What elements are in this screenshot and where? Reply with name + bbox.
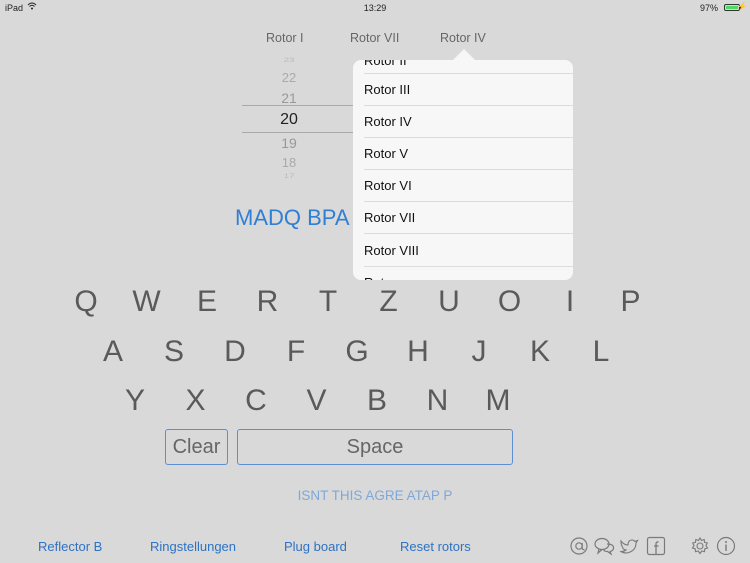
key-m[interactable]: M	[483, 384, 513, 418]
popover-item-rotor-iv[interactable]: Rotor IV	[364, 106, 573, 138]
plaintext-output: ISNT THIS AGRE ATAP P	[297, 488, 453, 503]
picker-value[interactable]: 17	[240, 173, 338, 180]
key-d[interactable]: D	[220, 335, 250, 369]
battery-fill	[726, 6, 738, 9]
key-w[interactable]: W	[132, 285, 162, 319]
battery-percent: 97%	[699, 3, 718, 13]
picker-value[interactable]: 18	[240, 155, 338, 170]
picker-selected-value[interactable]: 20	[240, 111, 338, 129]
ringstellungen-button[interactable]: Ringstellungen	[150, 539, 236, 554]
reflector-button[interactable]: Reflector B	[38, 539, 102, 554]
twitter-icon[interactable]	[619, 536, 639, 556]
key-u[interactable]: U	[434, 285, 464, 319]
facebook-icon[interactable]	[646, 536, 666, 556]
key-v[interactable]: V	[302, 384, 332, 418]
clock: 13:29	[363, 3, 387, 13]
key-r[interactable]: R	[253, 285, 283, 319]
picker-value[interactable]: 19	[240, 135, 338, 151]
key-a[interactable]: A	[98, 335, 128, 369]
key-z[interactable]: Z	[374, 285, 404, 319]
cipher-output: MADQ BPA	[235, 205, 350, 230]
bolt-icon: ⚡	[737, 2, 747, 11]
key-c[interactable]: C	[241, 384, 271, 418]
key-b[interactable]: B	[362, 384, 392, 418]
info-icon[interactable]	[716, 536, 736, 556]
popover-arrow	[453, 49, 475, 60]
rotor-3-label[interactable]: Rotor IV	[440, 31, 486, 45]
picker-value[interactable]: 23	[240, 57, 338, 64]
key-h[interactable]: H	[403, 335, 433, 369]
key-y[interactable]: Y	[120, 384, 150, 418]
plug-board-button[interactable]: Plug board	[284, 539, 347, 554]
rotor-1-label[interactable]: Rotor I	[266, 31, 304, 45]
key-k[interactable]: K	[525, 335, 555, 369]
popover-item-rotor-iii[interactable]: Rotor III	[364, 74, 573, 106]
picker-value[interactable]: 21	[240, 90, 338, 106]
popover-item-rotor-viii[interactable]: Rotor VIII	[364, 235, 573, 267]
gear-icon[interactable]	[690, 536, 710, 556]
popover-item-rotor-next[interactable]: Rotor	[364, 267, 573, 280]
chat-bubbles-icon[interactable]	[594, 536, 615, 556]
rotor-2-label[interactable]: Rotor VII	[350, 31, 399, 45]
picker-selection-line-top	[242, 105, 360, 106]
key-l[interactable]: L	[586, 335, 616, 369]
key-t[interactable]: T	[313, 285, 343, 319]
picker-value[interactable]: 22	[240, 70, 338, 85]
reset-rotors-button[interactable]: Reset rotors	[400, 539, 471, 554]
separator	[364, 233, 573, 234]
picker-selection-line-bottom	[242, 132, 360, 133]
key-n[interactable]: N	[423, 384, 453, 418]
ring-position-picker[interactable]: 23 22 21 20 19 18 17	[240, 55, 360, 185]
key-x[interactable]: X	[181, 384, 211, 418]
key-f[interactable]: F	[281, 335, 311, 369]
key-q[interactable]: Q	[71, 285, 101, 319]
key-o[interactable]: O	[495, 285, 525, 319]
clear-button[interactable]: Clear	[165, 429, 228, 465]
popover-item-rotor-vi[interactable]: Rotor VI	[364, 170, 573, 202]
status-bar: iPad 13:29 97% ⚡	[0, 0, 750, 16]
popover-item-rotor-vii[interactable]: Rotor VII	[364, 202, 573, 234]
key-j[interactable]: J	[464, 335, 494, 369]
key-i[interactable]: I	[555, 285, 585, 319]
key-s[interactable]: S	[159, 335, 189, 369]
space-button[interactable]: Space	[237, 429, 513, 465]
at-icon[interactable]	[569, 536, 589, 556]
key-g[interactable]: G	[342, 335, 372, 369]
rotor-selection-popover[interactable]: Rotor II Rotor III Rotor IV Rotor V Roto…	[353, 60, 573, 280]
key-p[interactable]: P	[616, 285, 646, 319]
key-e[interactable]: E	[192, 285, 222, 319]
popover-item-rotor-v[interactable]: Rotor V	[364, 138, 573, 170]
